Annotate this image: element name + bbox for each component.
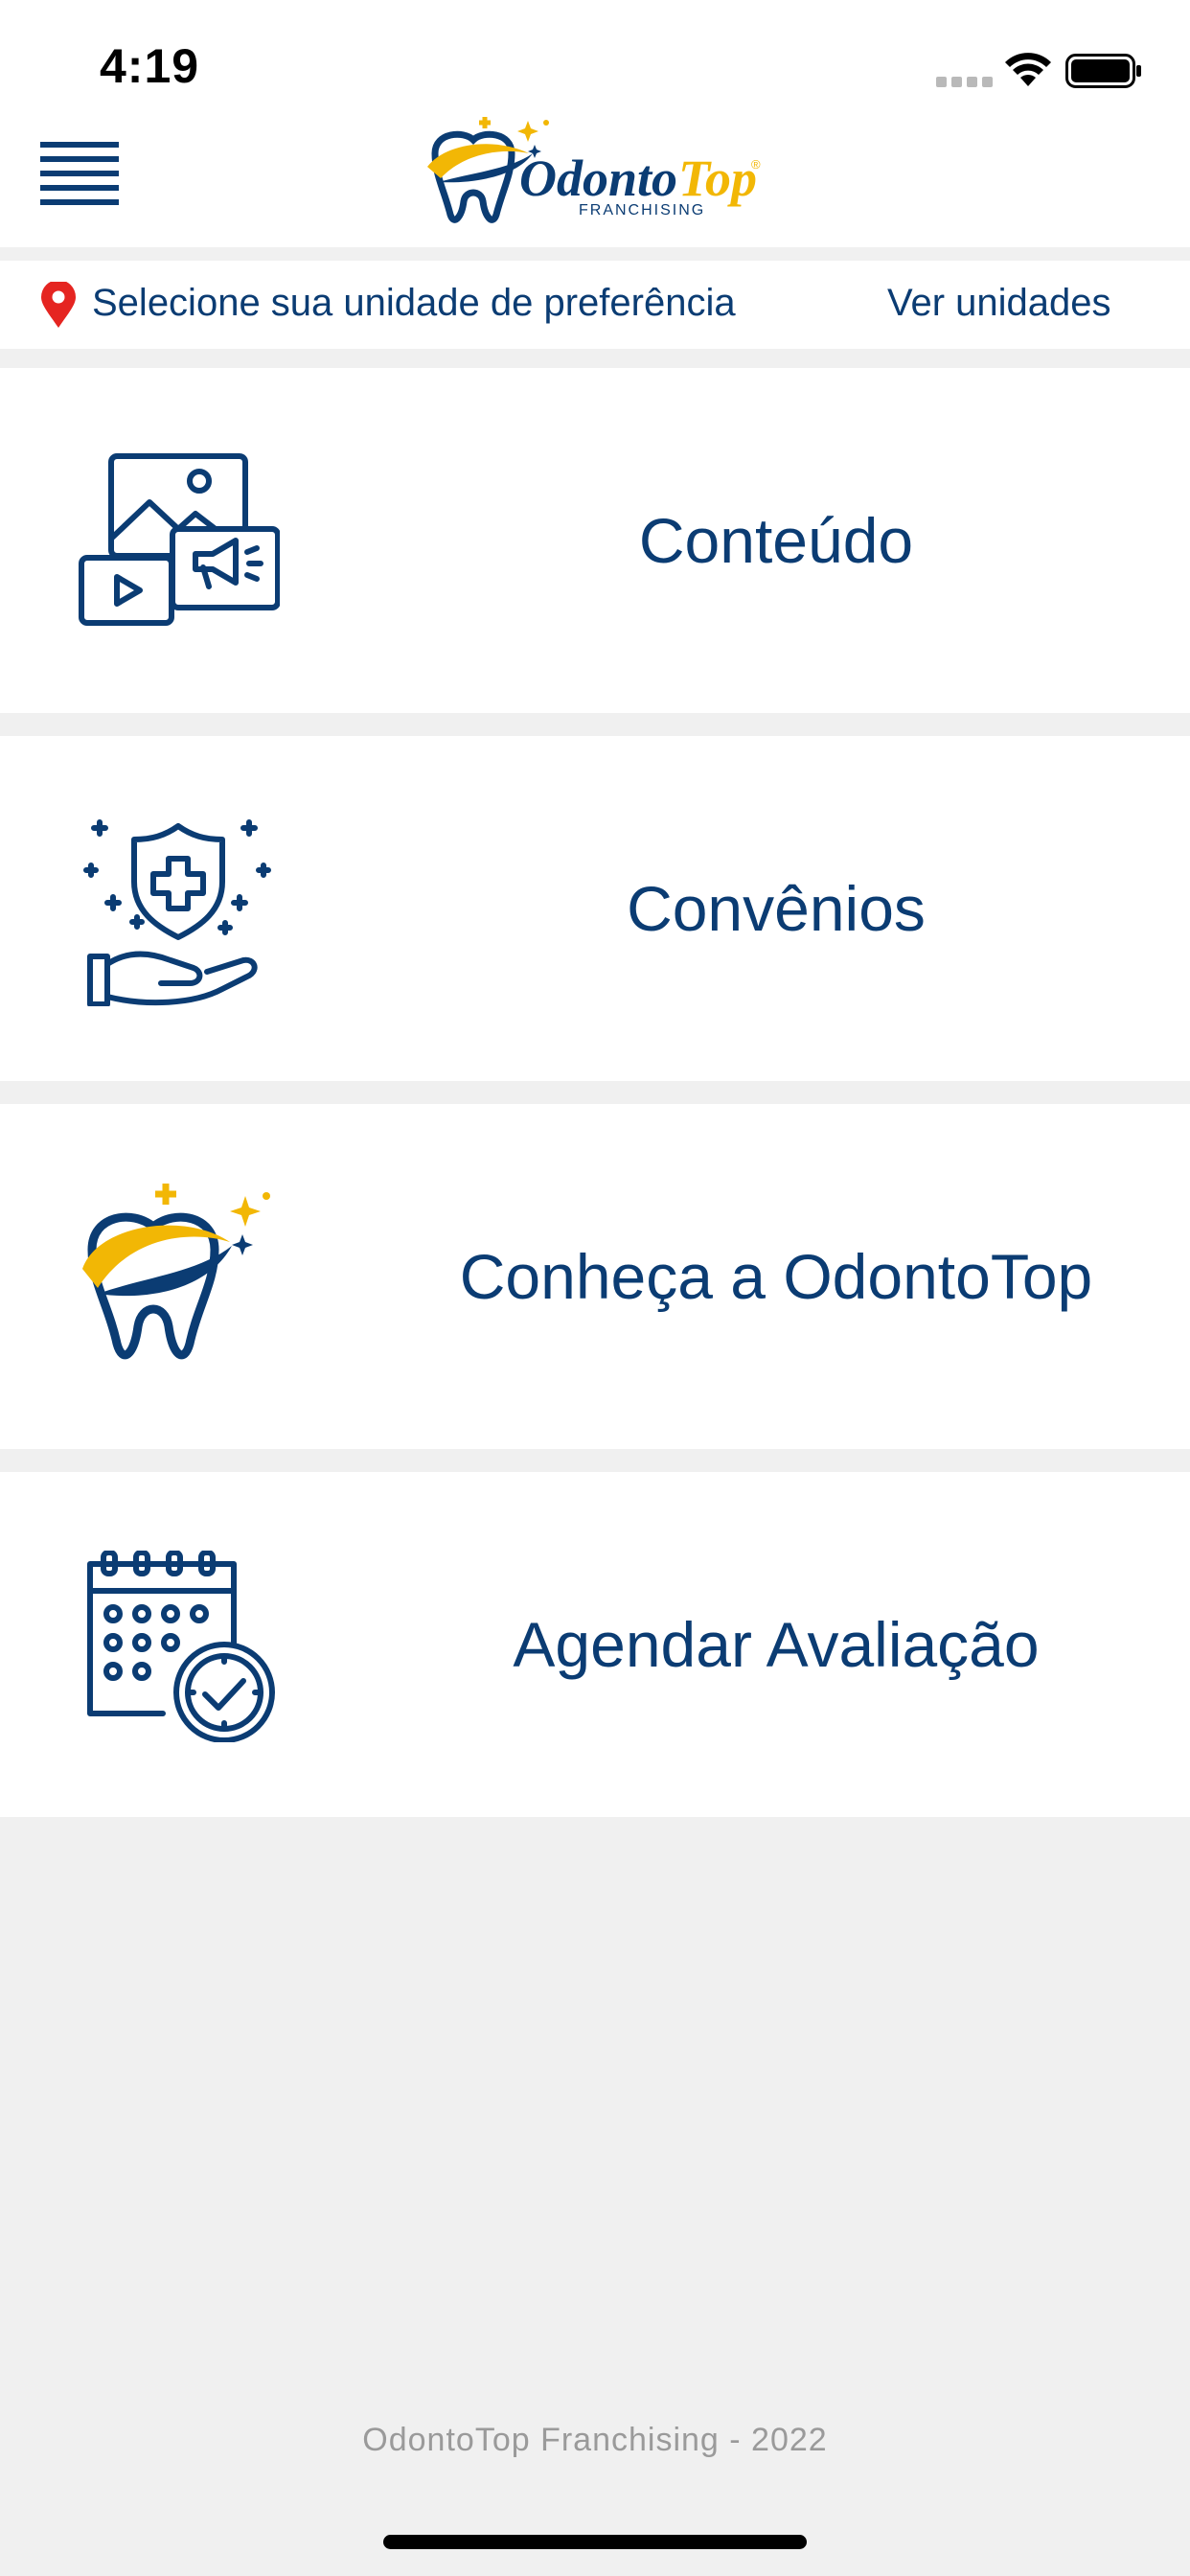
status-time: 4:19 — [100, 39, 200, 93]
location-prompt[interactable]: Selecione sua unidade de preferência — [92, 282, 736, 325]
menu-card-agendar[interactable]: Agendar Avaliação — [0, 1472, 1190, 1817]
logo-tagline: FRANCHISING — [579, 202, 705, 218]
hamburger-menu-icon[interactable] — [40, 142, 119, 205]
footer-copyright: OdontoTop Franchising - 2022 — [362, 2422, 828, 2458]
battery-icon — [1065, 54, 1141, 88]
logo-registered-mark: ® — [751, 157, 761, 172]
logo-text-odonto: Odonto — [519, 150, 677, 207]
calendar-clock-icon — [87, 1551, 275, 1742]
odontotop-logo: Odonto Top ® FRANCHISING — [427, 117, 761, 223]
menu-label-conheca: Conheça a OdontoTop — [459, 1241, 1093, 1312]
logo-text-top: Top — [678, 150, 757, 207]
location-bar: Selecione sua unidade de preferência Ver… — [0, 261, 1190, 349]
app-header: Odonto Top ® FRANCHISING — [0, 115, 1190, 247]
menu-card-convenios[interactable]: Convênios — [0, 736, 1190, 1081]
menu-label-convenios: Convênios — [627, 873, 926, 944]
media-content-icon — [79, 453, 280, 626]
ver-unidades-link[interactable]: Ver unidades — [887, 282, 1111, 325]
odontotop-tooth-icon — [82, 1184, 270, 1360]
cellular-signal-icon — [936, 73, 994, 88]
location-pin-icon — [41, 282, 76, 328]
wifi-icon — [1005, 53, 1051, 86]
menu-label-conteudo: Conteúdo — [638, 505, 914, 576]
health-insurance-hand-icon — [83, 819, 271, 1006]
home-indicator[interactable] — [383, 2535, 807, 2549]
status-bar: 4:19 — [0, 0, 1190, 115]
menu-card-conteudo[interactable]: Conteúdo — [0, 368, 1190, 713]
menu-label-agendar: Agendar Avaliação — [513, 1609, 1040, 1680]
menu-card-conheca[interactable]: Conheça a OdontoTop — [0, 1104, 1190, 1449]
